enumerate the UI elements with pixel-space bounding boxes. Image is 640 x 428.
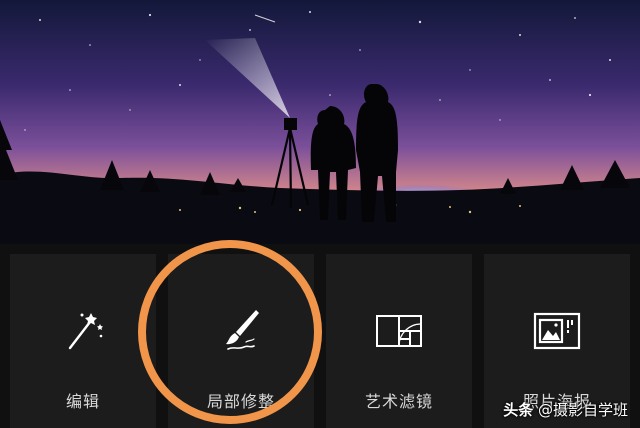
starry-night-photo	[0, 0, 640, 244]
golden-ratio-icon	[376, 315, 422, 347]
magic-wand-icon	[68, 313, 103, 350]
edit-tool-button[interactable]: 编辑	[10, 254, 156, 428]
art-filter-tool-label: 艺术滤镜	[364, 392, 433, 411]
art-filter-tool-button[interactable]: 艺术滤镜	[326, 254, 472, 428]
watermark: 头条 @摄影自学班	[503, 399, 628, 420]
local-retouch-tool-button[interactable]: 局部修整	[168, 254, 314, 428]
watermark-handle: @摄影自学班	[537, 401, 628, 419]
photo-poster-icon	[533, 312, 581, 350]
edit-tool-label: 编辑	[65, 392, 100, 411]
local-retouch-tool-label: 局部修整	[206, 392, 275, 411]
watermark-brand: 头条	[503, 401, 534, 419]
brush-icon	[226, 310, 259, 350]
